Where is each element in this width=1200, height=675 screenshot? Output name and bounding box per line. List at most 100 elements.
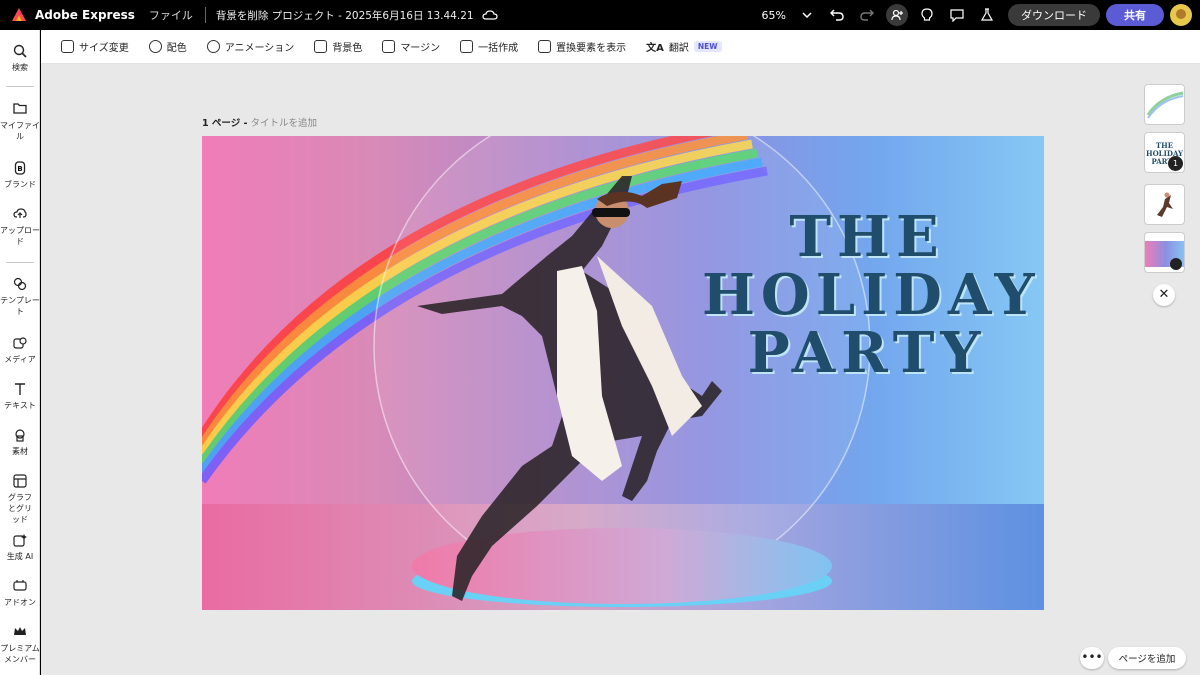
sidebar-item-generative-ai[interactable]: 生成 AI: [0, 533, 40, 562]
tool-label: 配色: [166, 43, 187, 54]
sidebar-item-elements[interactable]: 素材: [0, 428, 40, 457]
animation-icon: [206, 40, 220, 53]
sidebar-item-label: プレミアムメンバー: [0, 644, 40, 664]
divider: [6, 262, 34, 263]
tool-label: 背景色: [332, 43, 363, 54]
sidebar-item-media[interactable]: メディア: [0, 336, 40, 365]
tool-label: アニメーション: [224, 43, 295, 54]
page-number: 1 ページ -: [202, 118, 248, 129]
sidebar-item-label: 生成 AI: [6, 552, 34, 561]
background-color-button[interactable]: 背景色: [314, 39, 362, 54]
redo-icon[interactable]: [856, 4, 878, 26]
replace-icon: [538, 40, 552, 53]
app-name: Adobe Express: [35, 8, 135, 22]
document-title[interactable]: 背景を削除 プロジェクト - 2025年6月16日 13.44.21: [216, 8, 474, 23]
headline[interactable]: THE HOLIDAY PARTY: [702, 204, 1041, 386]
color-button[interactable]: 配色: [148, 39, 187, 54]
search-icon: [12, 44, 28, 60]
sidebar-item-templates[interactable]: テンプレート: [0, 277, 40, 317]
divider: [6, 86, 34, 87]
margin-button[interactable]: マージン: [382, 39, 440, 54]
addon-icon: [12, 579, 28, 595]
file-menu[interactable]: ファイル: [149, 7, 193, 23]
translate-button[interactable]: 文A 翻訳 NEW: [646, 39, 722, 54]
bulk-create-button[interactable]: 一括作成: [460, 39, 518, 54]
headline-line-2: HOLIDAY: [702, 262, 1041, 328]
page-label[interactable]: 1 ページ - タイトルを追加: [202, 115, 317, 129]
show-replaceable-button[interactable]: 置換要素を表示: [538, 39, 626, 54]
folder-icon: [12, 102, 28, 118]
brand-icon: B: [12, 161, 28, 177]
sidebar-item-label: テンプレート: [0, 296, 40, 316]
svg-text:B: B: [17, 165, 22, 173]
tool-label: 一括作成: [478, 43, 519, 54]
crown-icon: [12, 625, 28, 641]
add-page-button[interactable]: ページを追加: [1108, 647, 1186, 669]
new-badge: NEW: [693, 41, 722, 52]
avatar[interactable]: [1170, 4, 1192, 26]
layer-lock-icon: [1170, 258, 1182, 270]
sidebar-item-text[interactable]: テキスト: [0, 382, 40, 411]
sidebar-item-search[interactable]: 検索: [0, 44, 40, 73]
sidebar-item-premium[interactable]: プレミアムメンバー: [0, 625, 40, 665]
sidebar-item-label: グラフとグリッド: [8, 493, 32, 524]
sidebar-item-label: 検索: [12, 63, 28, 72]
editor-toolbar: サイズ変更 配色 アニメーション 背景色 マージン 一括作成 置換要素を表示 文…: [41, 30, 1200, 64]
sidebar-item-label: メディア: [4, 355, 36, 364]
adobe-express-logo-icon[interactable]: [11, 7, 27, 23]
lightbulb-icon[interactable]: [916, 4, 938, 26]
layer-count-badge: 1: [1168, 156, 1183, 171]
left-sidebar: 検索 マイファイル B ブランド アップロード テンプレート メディア テキスト…: [0, 30, 40, 675]
text-icon: [12, 382, 28, 398]
palette-icon: [148, 40, 162, 53]
sidebar-item-label: アドオン: [4, 598, 36, 607]
sidebar-item-label: テキスト: [4, 401, 36, 410]
zoom-level[interactable]: 65%: [762, 9, 786, 22]
tool-label: 置換要素を表示: [556, 43, 627, 54]
divider: [204, 7, 206, 23]
sidebar-item-label: マイファイル: [0, 121, 40, 141]
translate-icon: 文A: [646, 43, 664, 54]
sidebar-item-my-files[interactable]: マイファイル: [0, 102, 40, 142]
tool-label: マージン: [400, 43, 441, 54]
top-bar: Adobe Express ファイル 背景を削除 プロジェクト - 2025年6…: [0, 0, 1200, 30]
design-canvas[interactable]: THE HOLIDAY PARTY: [202, 136, 1044, 610]
tool-label: 翻訳: [668, 43, 689, 54]
layer-thumbnail-rainbow[interactable]: [1144, 84, 1185, 125]
undo-icon[interactable]: [826, 4, 848, 26]
sidebar-item-label: ブランド: [4, 180, 36, 189]
media-icon: [12, 336, 28, 352]
sidebar-item-brand[interactable]: B ブランド: [0, 161, 40, 190]
margin-icon: [382, 40, 396, 53]
sidebar-item-addons[interactable]: アドオン: [0, 579, 40, 608]
resize-button[interactable]: サイズ変更: [61, 39, 129, 54]
chevron-down-icon[interactable]: [796, 4, 818, 26]
layer-thumbnail-background[interactable]: [1144, 232, 1185, 273]
resize-icon: [61, 40, 74, 53]
flask-icon[interactable]: [976, 4, 998, 26]
download-button[interactable]: ダウンロード: [1008, 4, 1100, 26]
sidebar-item-label: 素材: [12, 447, 28, 456]
elements-icon: [12, 428, 28, 444]
invite-user-icon[interactable]: [886, 4, 908, 26]
template-icon: [12, 277, 28, 293]
sidebar-item-charts-grids[interactable]: グラフとグリッド: [0, 474, 40, 525]
background-color-icon: [314, 40, 328, 53]
sidebar-item-label: アップロード: [0, 226, 40, 246]
layer-thumbnail-dancer[interactable]: [1144, 184, 1185, 225]
grid-icon: [12, 474, 28, 490]
share-button[interactable]: 共有: [1106, 4, 1164, 26]
tool-label: サイズ変更: [79, 43, 129, 54]
sidebar-item-upload[interactable]: アップロード: [0, 207, 40, 247]
bulk-create-icon: [460, 40, 474, 53]
ai-icon: [12, 533, 28, 549]
cloud-icon[interactable]: [481, 9, 498, 21]
headline-line-1: THE: [789, 204, 945, 270]
animation-button[interactable]: アニメーション: [206, 39, 295, 54]
close-icon[interactable]: ✕: [1153, 284, 1175, 306]
headline-line-3: PARTY: [747, 320, 987, 386]
upload-icon: [12, 207, 28, 223]
more-options-button[interactable]: •••: [1080, 647, 1104, 669]
comment-icon[interactable]: [946, 4, 968, 26]
add-title-link[interactable]: タイトルを追加: [251, 118, 318, 129]
